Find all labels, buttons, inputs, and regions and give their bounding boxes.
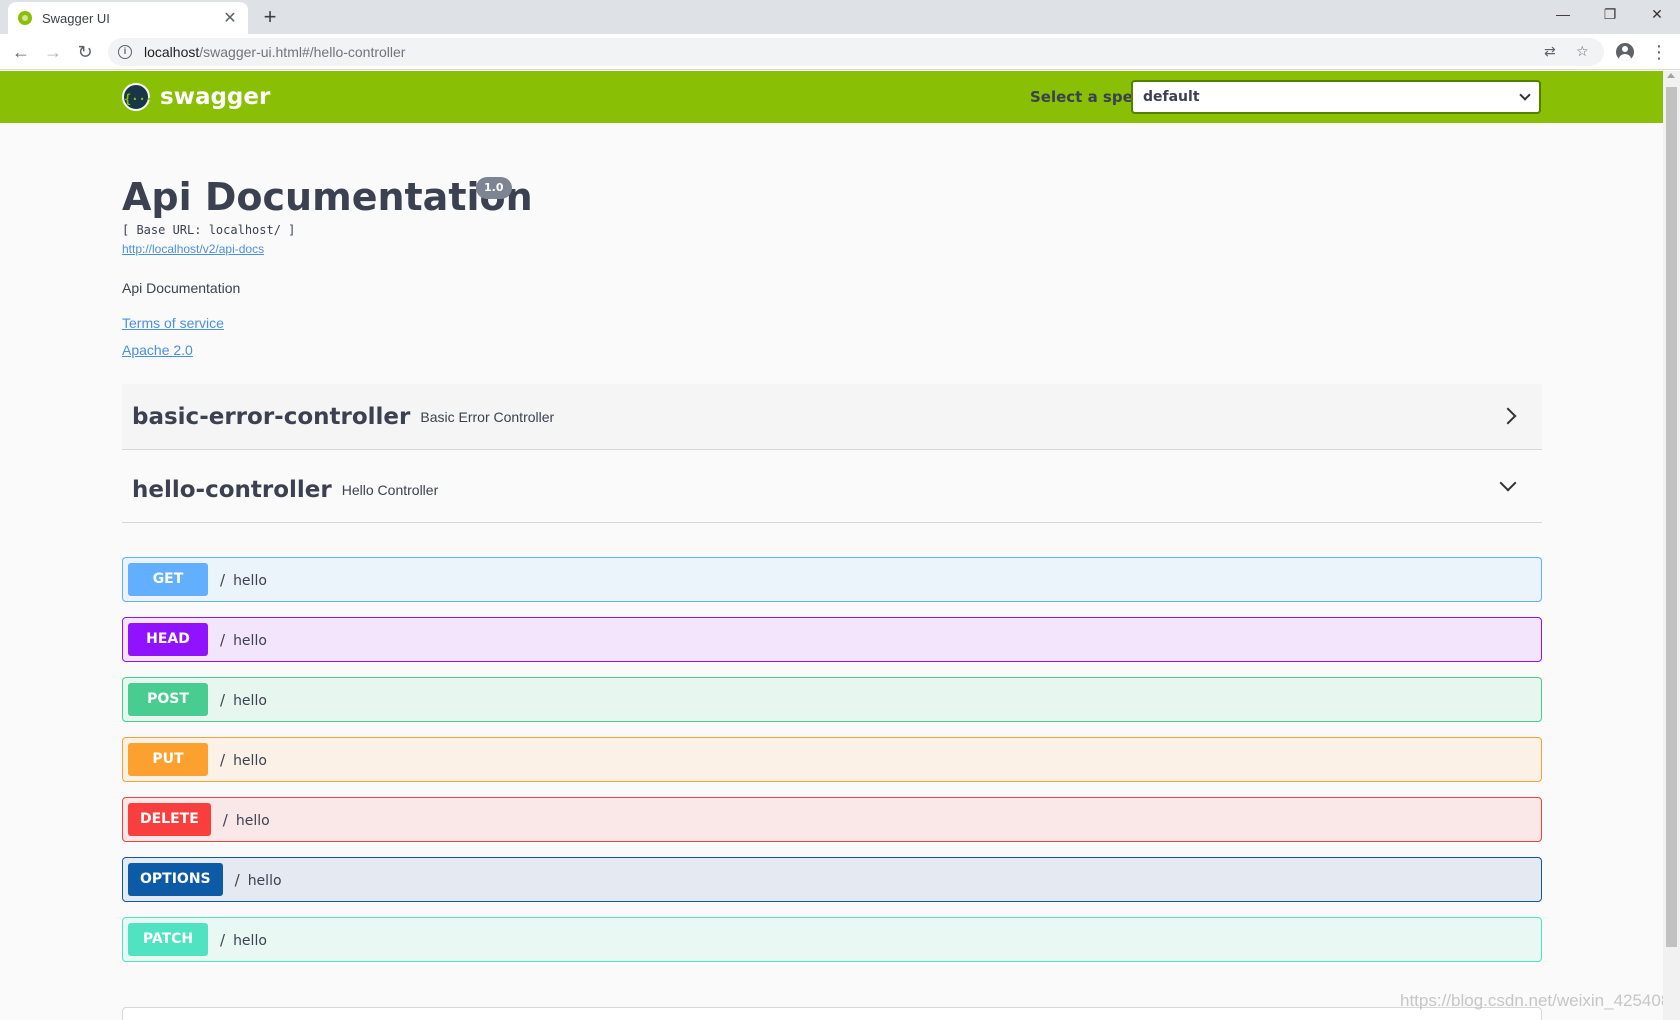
method-badge: POST xyxy=(128,683,208,716)
site-info-icon[interactable]: i xyxy=(118,45,132,59)
scroll-up-arrow-icon[interactable] xyxy=(1667,73,1675,78)
swagger-logo[interactable]: {···} swagger xyxy=(122,83,270,111)
tag-description: Hello Controller xyxy=(341,481,439,498)
tag-hello-controller[interactable]: hello-controller Hello Controller xyxy=(122,457,1542,523)
method-badge: DELETE xyxy=(128,803,211,836)
swagger-logo-text: swagger xyxy=(160,84,271,110)
scrollbar-thumb[interactable] xyxy=(1666,87,1677,947)
method-badge: GET xyxy=(128,563,208,596)
translate-icon[interactable]: ⇄ xyxy=(1544,43,1556,60)
models-section[interactable] xyxy=(122,1007,1542,1020)
chevron-right-icon[interactable] xyxy=(1499,407,1517,425)
tag-description: Basic Error Controller xyxy=(420,408,555,425)
operation-get-hello[interactable]: GET / hello xyxy=(122,557,1542,602)
operation-delete-hello[interactable]: DELETE / hello xyxy=(122,797,1542,842)
browser-menu-icon[interactable]: ⋮ xyxy=(1648,41,1670,63)
watermark: https://blog.csdn.net/weixin_42540829 xyxy=(1400,991,1680,1010)
page-viewport: {···} swagger Select a spec default Api … xyxy=(0,71,1680,1020)
page-scrollbar[interactable] xyxy=(1663,71,1680,1020)
back-arrow-icon[interactable]: ← xyxy=(8,39,34,65)
reload-icon[interactable]: ↻ xyxy=(72,39,98,65)
bookmark-star-icon[interactable]: ☆ xyxy=(1576,43,1589,60)
browser-toolbar: ← → ↻ i localhost/swagger-ui.html#/hello… xyxy=(0,34,1680,70)
api-title: Api Documentation xyxy=(122,175,533,219)
method-badge: HEAD xyxy=(128,623,208,656)
tab-title: Swagger UI xyxy=(42,10,110,26)
tag-basic-error-controller[interactable]: basic-error-controller Basic Error Contr… xyxy=(122,384,1542,450)
method-badge: PUT xyxy=(128,743,208,776)
spec-select-label: Select a spec xyxy=(1030,88,1142,106)
operation-path: / hello xyxy=(220,930,267,949)
operation-path: / hello xyxy=(220,690,267,709)
terms-of-service-link[interactable]: Terms of service xyxy=(122,315,224,331)
method-badge: OPTIONS xyxy=(128,863,223,896)
url-path: /swagger-ui.html#/hello-controller xyxy=(199,44,406,60)
api-docs-link[interactable]: http://localhost/v2/api-docs xyxy=(122,242,264,256)
operation-path: / hello xyxy=(220,750,267,769)
minimize-button[interactable]: — xyxy=(1540,0,1586,30)
new-tab-button[interactable]: + xyxy=(258,4,282,30)
url-host: localhost xyxy=(144,44,200,60)
operation-path: / hello xyxy=(220,570,267,589)
operation-put-hello[interactable]: PUT / hello xyxy=(122,737,1542,782)
browser-tab-bar: Swagger UI ✕ + — ❐ ✕ xyxy=(0,0,1680,34)
swagger-logo-icon: {···} xyxy=(122,83,160,111)
tab-close-icon[interactable]: ✕ xyxy=(222,8,238,28)
tag-name: basic-error-controller xyxy=(132,403,411,430)
operation-options-hello[interactable]: OPTIONS / hello xyxy=(122,857,1542,902)
base-url: [ Base URL: localhost/ ] xyxy=(122,223,296,237)
spec-select-value: default xyxy=(1143,89,1200,105)
swagger-favicon-icon xyxy=(18,11,32,25)
api-description: Api Documentation xyxy=(122,280,241,296)
tag-name: hello-controller xyxy=(132,476,332,503)
method-badge: PATCH xyxy=(128,923,208,956)
browser-tab[interactable]: Swagger UI ✕ xyxy=(8,2,248,34)
close-window-button[interactable]: ✕ xyxy=(1634,0,1680,30)
chevron-down-icon xyxy=(1519,89,1531,101)
license-link[interactable]: Apache 2.0 xyxy=(122,342,193,358)
chevron-down-icon[interactable] xyxy=(1499,474,1517,492)
restore-button[interactable]: ❐ xyxy=(1587,0,1633,30)
spec-select[interactable]: default xyxy=(1131,80,1541,114)
forward-arrow-icon[interactable]: → xyxy=(40,39,66,65)
operation-post-hello[interactable]: POST / hello xyxy=(122,677,1542,722)
operation-head-hello[interactable]: HEAD / hello xyxy=(122,617,1542,662)
swagger-topbar: {···} swagger Select a spec default xyxy=(0,71,1663,123)
address-bar[interactable]: i localhost/swagger-ui.html#/hello-contr… xyxy=(108,38,1604,66)
profile-icon[interactable] xyxy=(1614,41,1636,63)
operation-path: / hello xyxy=(220,630,267,649)
operation-path: / hello xyxy=(234,870,282,889)
version-badge: 1.0 xyxy=(476,177,512,199)
operation-path: / hello xyxy=(222,810,270,829)
operation-patch-hello[interactable]: PATCH / hello xyxy=(122,917,1542,962)
